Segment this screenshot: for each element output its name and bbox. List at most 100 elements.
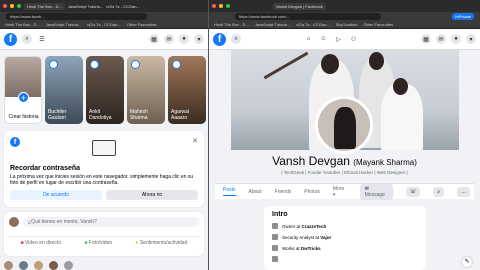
browser-tab[interactable]: Hindi The Box - D... — [24, 2, 65, 10]
cover-person-head — [393, 78, 408, 95]
profile-picture[interactable] — [315, 96, 373, 154]
notifications-icon[interactable]: ● — [179, 34, 189, 44]
intro-text: Security Analyst at Vajor — [282, 235, 331, 240]
search-icon[interactable]: ⌕ — [231, 34, 241, 44]
minimize-window-icon[interactable] — [10, 4, 14, 8]
call-icon[interactable]: ☏ — [405, 186, 421, 197]
avatar[interactable] — [19, 261, 28, 270]
facebook-logo-icon[interactable]: f — [4, 32, 17, 46]
contacts-strip — [4, 261, 73, 270]
groups-icon[interactable]: ⚇ — [349, 34, 359, 44]
maximize-window-icon[interactable] — [226, 4, 230, 8]
bookmark[interactable]: JavaScript Tutoria... — [46, 22, 81, 27]
tab-friends[interactable]: Friends — [275, 189, 292, 195]
tab-about[interactable]: About — [249, 189, 262, 195]
tab-photos[interactable]: Photos — [304, 189, 320, 195]
facebook-navbar: f ⌕ ☰ ▦ ✉ ● ▾ — [0, 29, 208, 50]
intro-text: Works at DwTricks — [282, 246, 321, 251]
avatar — [131, 60, 140, 69]
close-icon[interactable]: ✕ — [192, 137, 198, 147]
bookmark[interactable]: nCls 7s - CCGan... — [87, 22, 121, 27]
url-field[interactable]: https://www.faceb... — [6, 13, 148, 20]
facebook-logo-icon[interactable]: f — [213, 32, 226, 46]
avatar[interactable] — [4, 261, 13, 270]
cover-person-head — [321, 54, 339, 74]
message-label: Message — [364, 191, 385, 198]
tab-posts[interactable]: Posts — [223, 187, 236, 196]
bookmark[interactable]: nCls 7s - CCGan... — [296, 22, 330, 27]
create-story-card[interactable]: + Crear historia — [4, 56, 42, 124]
minimize-window-icon[interactable] — [219, 4, 223, 8]
maximize-window-icon[interactable] — [17, 4, 21, 8]
intro-link[interactable]: Vajor — [320, 235, 331, 240]
profile-name: Vansh Devgan (Mayank Sharma) — [209, 154, 480, 168]
inprivate-badge[interactable]: InPrivate — [452, 13, 474, 20]
intro-title: Intro — [272, 211, 288, 218]
address-bar: https://www.faceb... — [0, 12, 208, 21]
search-icon[interactable]: ⌕ — [433, 186, 444, 197]
composer-input[interactable]: ¿Qué tienes en mente, Vansh? — [23, 217, 199, 227]
intro-row: Security Analyst at Vajor — [272, 234, 418, 240]
url-field[interactable]: https://www.facebook.com/... — [235, 13, 381, 20]
account-icon[interactable]: ▾ — [194, 34, 204, 44]
avatar[interactable] — [34, 261, 43, 270]
story-author: Mahesh Sharma — [130, 109, 148, 121]
bookmark[interactable]: Other Favourites — [363, 22, 393, 27]
intro-row: Works at DwTricks — [272, 245, 418, 251]
story-card[interactable]: Buchtler Gautam — [45, 56, 83, 124]
intro-link[interactable]: CrazzeTech — [302, 224, 327, 229]
account-icon[interactable]: ▾ — [466, 34, 476, 44]
browser-tab[interactable]: Vansh Devgan | Facebook — [273, 2, 326, 10]
close-window-icon[interactable] — [3, 4, 7, 8]
not-now-button[interactable]: Ahora no — [106, 190, 198, 200]
tab-more-label: More — [332, 185, 345, 192]
briefcase-icon — [272, 256, 278, 262]
story-author: Ankit Dandotiya — [89, 109, 112, 121]
bookmarks-bar: Hindi The Box - D... JavaScript Tutoria.… — [0, 21, 208, 29]
messenger-icon[interactable]: ✉ — [436, 34, 446, 44]
new-message-icon[interactable]: ✎ — [462, 257, 472, 267]
cover-person-head — [369, 52, 384, 70]
apps-grid-icon[interactable]: ▦ — [421, 34, 431, 44]
close-window-icon[interactable] — [212, 4, 216, 8]
bookmark[interactable]: JavaScript Tutoria... — [255, 22, 290, 27]
remember-body: La próxima vez que inicies sesión en est… — [10, 174, 194, 186]
friends-icon[interactable]: ☺ — [319, 34, 329, 44]
story-card[interactable]: Agarwal Aaaaro — [168, 56, 206, 124]
live-video-button[interactable]: ■ Video en directo — [21, 240, 61, 246]
feeling-button[interactable]: ● Sentimiento/actividad — [135, 240, 187, 246]
search-icon[interactable]: ⌕ — [22, 34, 32, 44]
bookmark[interactable]: SkyGoodies — [336, 22, 358, 27]
photo-video-button[interactable]: ■ Foto/video — [84, 240, 112, 246]
story-card[interactable]: Ankit Dandotiya — [86, 56, 124, 124]
plus-icon[interactable]: + — [18, 92, 29, 103]
apps-grid-icon[interactable]: ▦ — [149, 34, 159, 44]
message-button[interactable]: ✉ Message — [359, 183, 393, 200]
remember-password-card: f ✕ Recordar contraseña La próxima vez q… — [4, 131, 204, 207]
home-icon[interactable]: ⌂ — [304, 34, 314, 44]
bookmark[interactable]: Hindi The Box - D... — [214, 22, 249, 27]
browser-tab[interactable]: nCls 7s - CCGan... — [106, 4, 140, 9]
intro-link[interactable]: DwTricks — [301, 246, 321, 251]
bookmark[interactable]: Hindi The Box - D... — [5, 22, 40, 27]
watch-icon[interactable]: ▷ — [334, 34, 344, 44]
cover-arm — [263, 51, 309, 80]
alt-name-text: (Mayank Sharma) — [353, 158, 417, 167]
story-card[interactable]: Mahesh Sharma — [127, 56, 165, 124]
browser-tab[interactable]: JavaScript Tutoria... — [68, 4, 103, 9]
tab-more[interactable]: More ▾ — [333, 186, 347, 198]
notifications-icon[interactable]: ● — [451, 34, 461, 44]
post-composer: ¿Qué tienes en mente, Vansh? ■ Video en … — [4, 212, 204, 256]
intro-prefix: Security Analyst at — [282, 234, 321, 240]
bookmark[interactable]: Other Favourites — [127, 22, 157, 27]
story-photo — [5, 57, 41, 97]
messenger-icon[interactable]: ✉ — [164, 34, 174, 44]
intro-prefix: Works at — [282, 245, 301, 251]
menu-icon[interactable]: ☰ — [37, 34, 47, 44]
accept-button[interactable]: De acuerdo — [10, 190, 102, 200]
tab-strip: Hindi The Box - D... JavaScript Tutoria.… — [0, 0, 208, 12]
avatar[interactable] — [49, 261, 58, 270]
more-options-icon[interactable]: … — [457, 186, 470, 197]
intro-row: Owner at CrazzeTech — [272, 223, 418, 229]
avatar[interactable] — [64, 261, 73, 270]
